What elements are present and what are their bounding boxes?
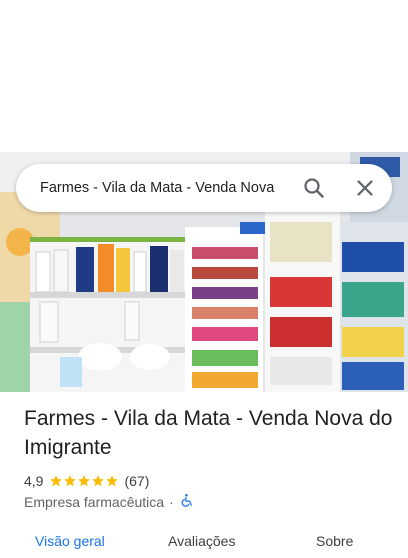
search-box[interactable]: Farmes - Vila da Mata - Venda Nova xyxy=(16,164,392,212)
review-count[interactable]: (67) xyxy=(124,473,149,489)
star-icon xyxy=(64,475,77,487)
place-tabs: Visão geral Avaliações Sobre xyxy=(0,528,408,558)
tab-reviews[interactable]: Avaliações xyxy=(168,533,235,549)
place-title: Farmes - Vila da Mata - Venda Nova do Im… xyxy=(24,407,393,459)
search-input[interactable]: Farmes - Vila da Mata - Venda Nova xyxy=(40,178,290,198)
star-icon xyxy=(106,475,119,487)
rating-value: 4,9 xyxy=(24,473,44,489)
search-icon[interactable] xyxy=(302,176,326,200)
wheelchair-icon xyxy=(179,493,194,511)
place-category: Empresa farmacêutica xyxy=(24,494,165,510)
close-icon[interactable] xyxy=(353,176,377,200)
star-icon xyxy=(92,475,105,487)
tab-overview[interactable]: Visão geral xyxy=(35,533,105,549)
category-row: Empresa farmacêutica · xyxy=(24,492,194,512)
rating-row[interactable]: 4,9 (67) xyxy=(24,471,149,491)
separator: · xyxy=(169,494,174,510)
star-rating xyxy=(49,474,119,488)
tab-about[interactable]: Sobre xyxy=(316,533,353,549)
star-icon xyxy=(50,475,63,487)
star-icon xyxy=(78,475,91,487)
